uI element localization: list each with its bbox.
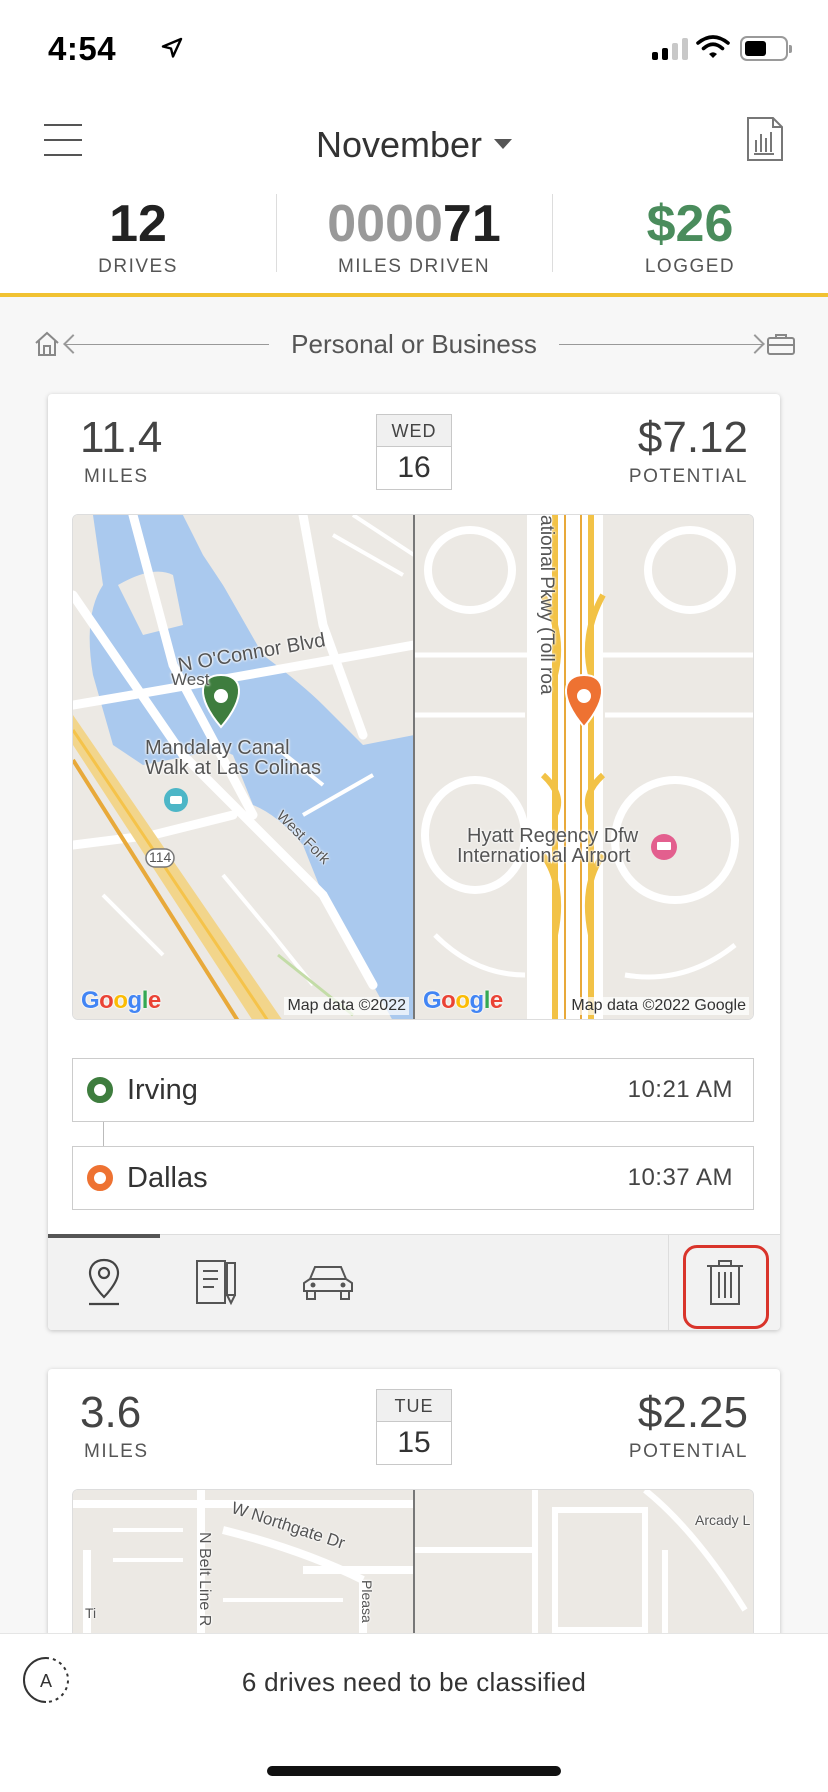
car-icon[interactable] [300,1261,356,1303]
home-icon [35,331,59,356]
swipe-left-arrow [64,343,270,345]
cellular-signal-icon [652,36,688,60]
location-pin-icon[interactable] [86,1257,122,1307]
status-time: 4:54 [48,30,117,67]
trash-icon [707,1260,743,1305]
end-map[interactable]: ational Pkwy (Toll roa Hyatt Regency Dfw… [413,515,753,1019]
drive-summary: 3.6 MILES TUE 15 $2.25 POTENTIAL [48,1369,780,1489]
classify-label: Personal or Business [291,328,537,359]
battery-icon [740,36,792,61]
drive-date: WED 16 [376,414,452,490]
month-label: November [315,124,483,165]
briefcase-icon [767,334,795,355]
drives-count: 12 [109,195,167,253]
stat-drives[interactable]: 12 DRIVES [0,196,276,282]
location-arrow-icon [161,37,183,58]
delete-drive-button[interactable] [668,1235,780,1330]
miles-driven-label: MILES DRIVEN [337,256,491,277]
classify-banner[interactable]: A 6 drives need to be classified [0,1633,828,1792]
drive-potential: $7.12 POTENTIAL [628,413,748,488]
drive-summary: 11.4 MILES WED 16 $7.12 POTENTIAL [48,394,780,514]
app-header: November 12 DRIVES 000071 MILES DRIVEN $… [0,100,828,297]
classify-message: 6 drives need to be classified [241,1667,587,1697]
drives-label: DRIVES [98,256,178,277]
drive-potential: $2.25 POTENTIAL [628,1388,748,1463]
start-map[interactable]: N O'Connor Blvd West Mandalay Canal Walk… [73,515,413,1019]
status-bar: 4:54 [0,0,828,100]
logged-label: LOGGED [644,256,736,277]
swipe-right-arrow [558,343,764,345]
month-selector[interactable]: November [0,124,828,166]
drive-date: TUE 15 [376,1389,452,1465]
drive-card[interactable]: 11.4 MILES WED 16 $7.12 POTENTIAL N O'Co… [48,394,780,1330]
report-icon[interactable] [746,116,784,162]
miles-driven-count: 000071 [327,195,501,253]
notes-icon[interactable] [194,1257,238,1307]
wifi-icon [696,35,730,58]
drive-maps[interactable]: N O'Connor Blvd West Mandalay Canal Walk… [72,514,754,1020]
end-dot-icon [87,1165,113,1191]
map-attribution: Map data ©2022 [284,997,409,1015]
start-dot-icon [87,1077,113,1103]
end-location[interactable]: Dallas 10:37 AM [72,1146,754,1210]
logged-value: $26 [646,195,734,253]
classify-hint: Personal or Business [30,326,798,362]
stat-logged[interactable]: $26 LOGGED [552,194,828,282]
drive-actions [48,1234,780,1330]
summary-stats: 12 DRIVES 000071 MILES DRIVEN $26 LOGGED [0,194,828,282]
google-logo: Google [81,987,161,1014]
drive-miles: 11.4 MILES [80,413,163,488]
caret-down-icon [494,139,513,150]
active-tab-indicator [48,1234,160,1238]
drive-miles: 3.6 MILES [80,1388,149,1463]
start-location[interactable]: Irving 10:21 AM [72,1058,754,1122]
google-logo: Google [423,987,503,1014]
stat-miles[interactable]: 000071 MILES DRIVEN [276,194,552,282]
home-indicator[interactable] [267,1766,561,1776]
map-attribution: Map data ©2022 Google [568,997,749,1015]
